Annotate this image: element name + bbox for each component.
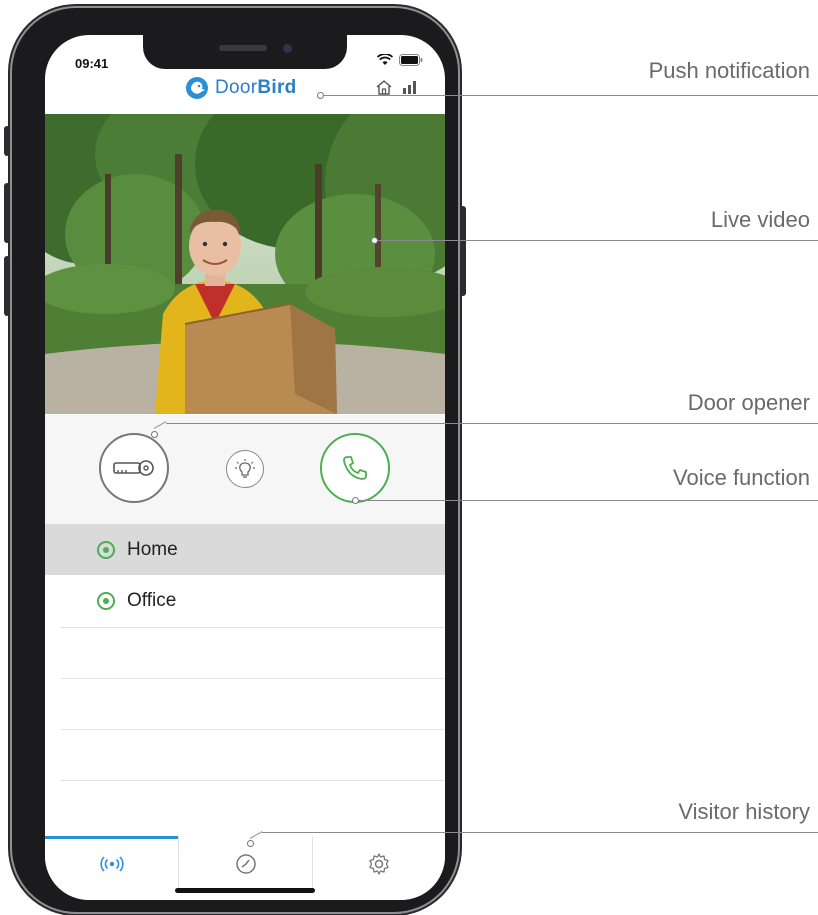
device-list: Home Office (45, 524, 445, 781)
phone-icon (343, 456, 367, 480)
control-bar (45, 415, 445, 525)
callout-live-video: Live video (710, 207, 810, 232)
brand-name: DoorBird (215, 77, 297, 98)
list-item[interactable]: Home (45, 524, 445, 575)
callout-dot (352, 497, 359, 504)
voice-call-button[interactable] (320, 433, 390, 503)
broadcast-icon (99, 856, 124, 872)
app-header: DoorBird (45, 71, 445, 113)
list-divider (61, 729, 445, 730)
home-indicator (175, 888, 315, 893)
radio-icon[interactable] (97, 591, 115, 610)
status-icons (377, 54, 423, 66)
callout-push-notification: Push notification (648, 58, 810, 83)
home-icon[interactable] (375, 79, 393, 95)
callout-door-opener: Door opener (687, 390, 810, 415)
live-video-view[interactable] (45, 114, 445, 414)
callout-voice-function: Voice function (673, 465, 810, 490)
light-button[interactable] (226, 450, 264, 488)
mute-switch (4, 126, 10, 156)
earpiece-speaker (219, 45, 267, 51)
power-button (460, 206, 466, 296)
door-opener-button[interactable] (99, 433, 169, 503)
wifi-icon (377, 54, 393, 65)
header-icons (375, 79, 417, 95)
callout-visitor-history: Visitor history (678, 799, 810, 824)
gear-icon (368, 853, 389, 875)
callout-line (374, 240, 818, 241)
tab-live[interactable] (45, 836, 178, 892)
callout-line (320, 95, 818, 96)
signal-bars-icon (403, 81, 416, 94)
volume-down-button (4, 256, 10, 316)
device-label: Office (127, 589, 177, 611)
device-label: Home (127, 538, 178, 560)
list-item[interactable]: Office (45, 575, 445, 626)
callout-line (166, 423, 818, 424)
battery-icon (399, 54, 423, 66)
light-bulb-icon (235, 459, 255, 478)
callout-dot (317, 92, 324, 99)
list-divider (61, 780, 445, 781)
callout-dot (371, 237, 378, 244)
key-icon (113, 460, 154, 476)
tab-settings[interactable] (312, 836, 445, 892)
phone-screen: 09:41 DoorBird Home Office (45, 35, 445, 900)
list-divider (61, 678, 445, 679)
bird-icon (186, 77, 208, 99)
callout-dot (151, 431, 158, 438)
front-camera (283, 44, 292, 53)
doorbird-logo: DoorBird (185, 76, 297, 100)
notch (143, 35, 347, 69)
callout-line (262, 832, 818, 833)
status-time: 09:41 (75, 56, 109, 71)
phone-frame: 09:41 DoorBird Home Office (4, 8, 466, 912)
volume-up-button (4, 183, 10, 243)
radio-selected-icon[interactable] (97, 540, 115, 559)
callout-line (357, 500, 818, 501)
callout-dot (247, 840, 254, 847)
list-divider (61, 627, 445, 628)
video-frame-illustration (45, 114, 445, 414)
tab-history[interactable] (178, 836, 313, 892)
clock-icon (235, 854, 256, 874)
